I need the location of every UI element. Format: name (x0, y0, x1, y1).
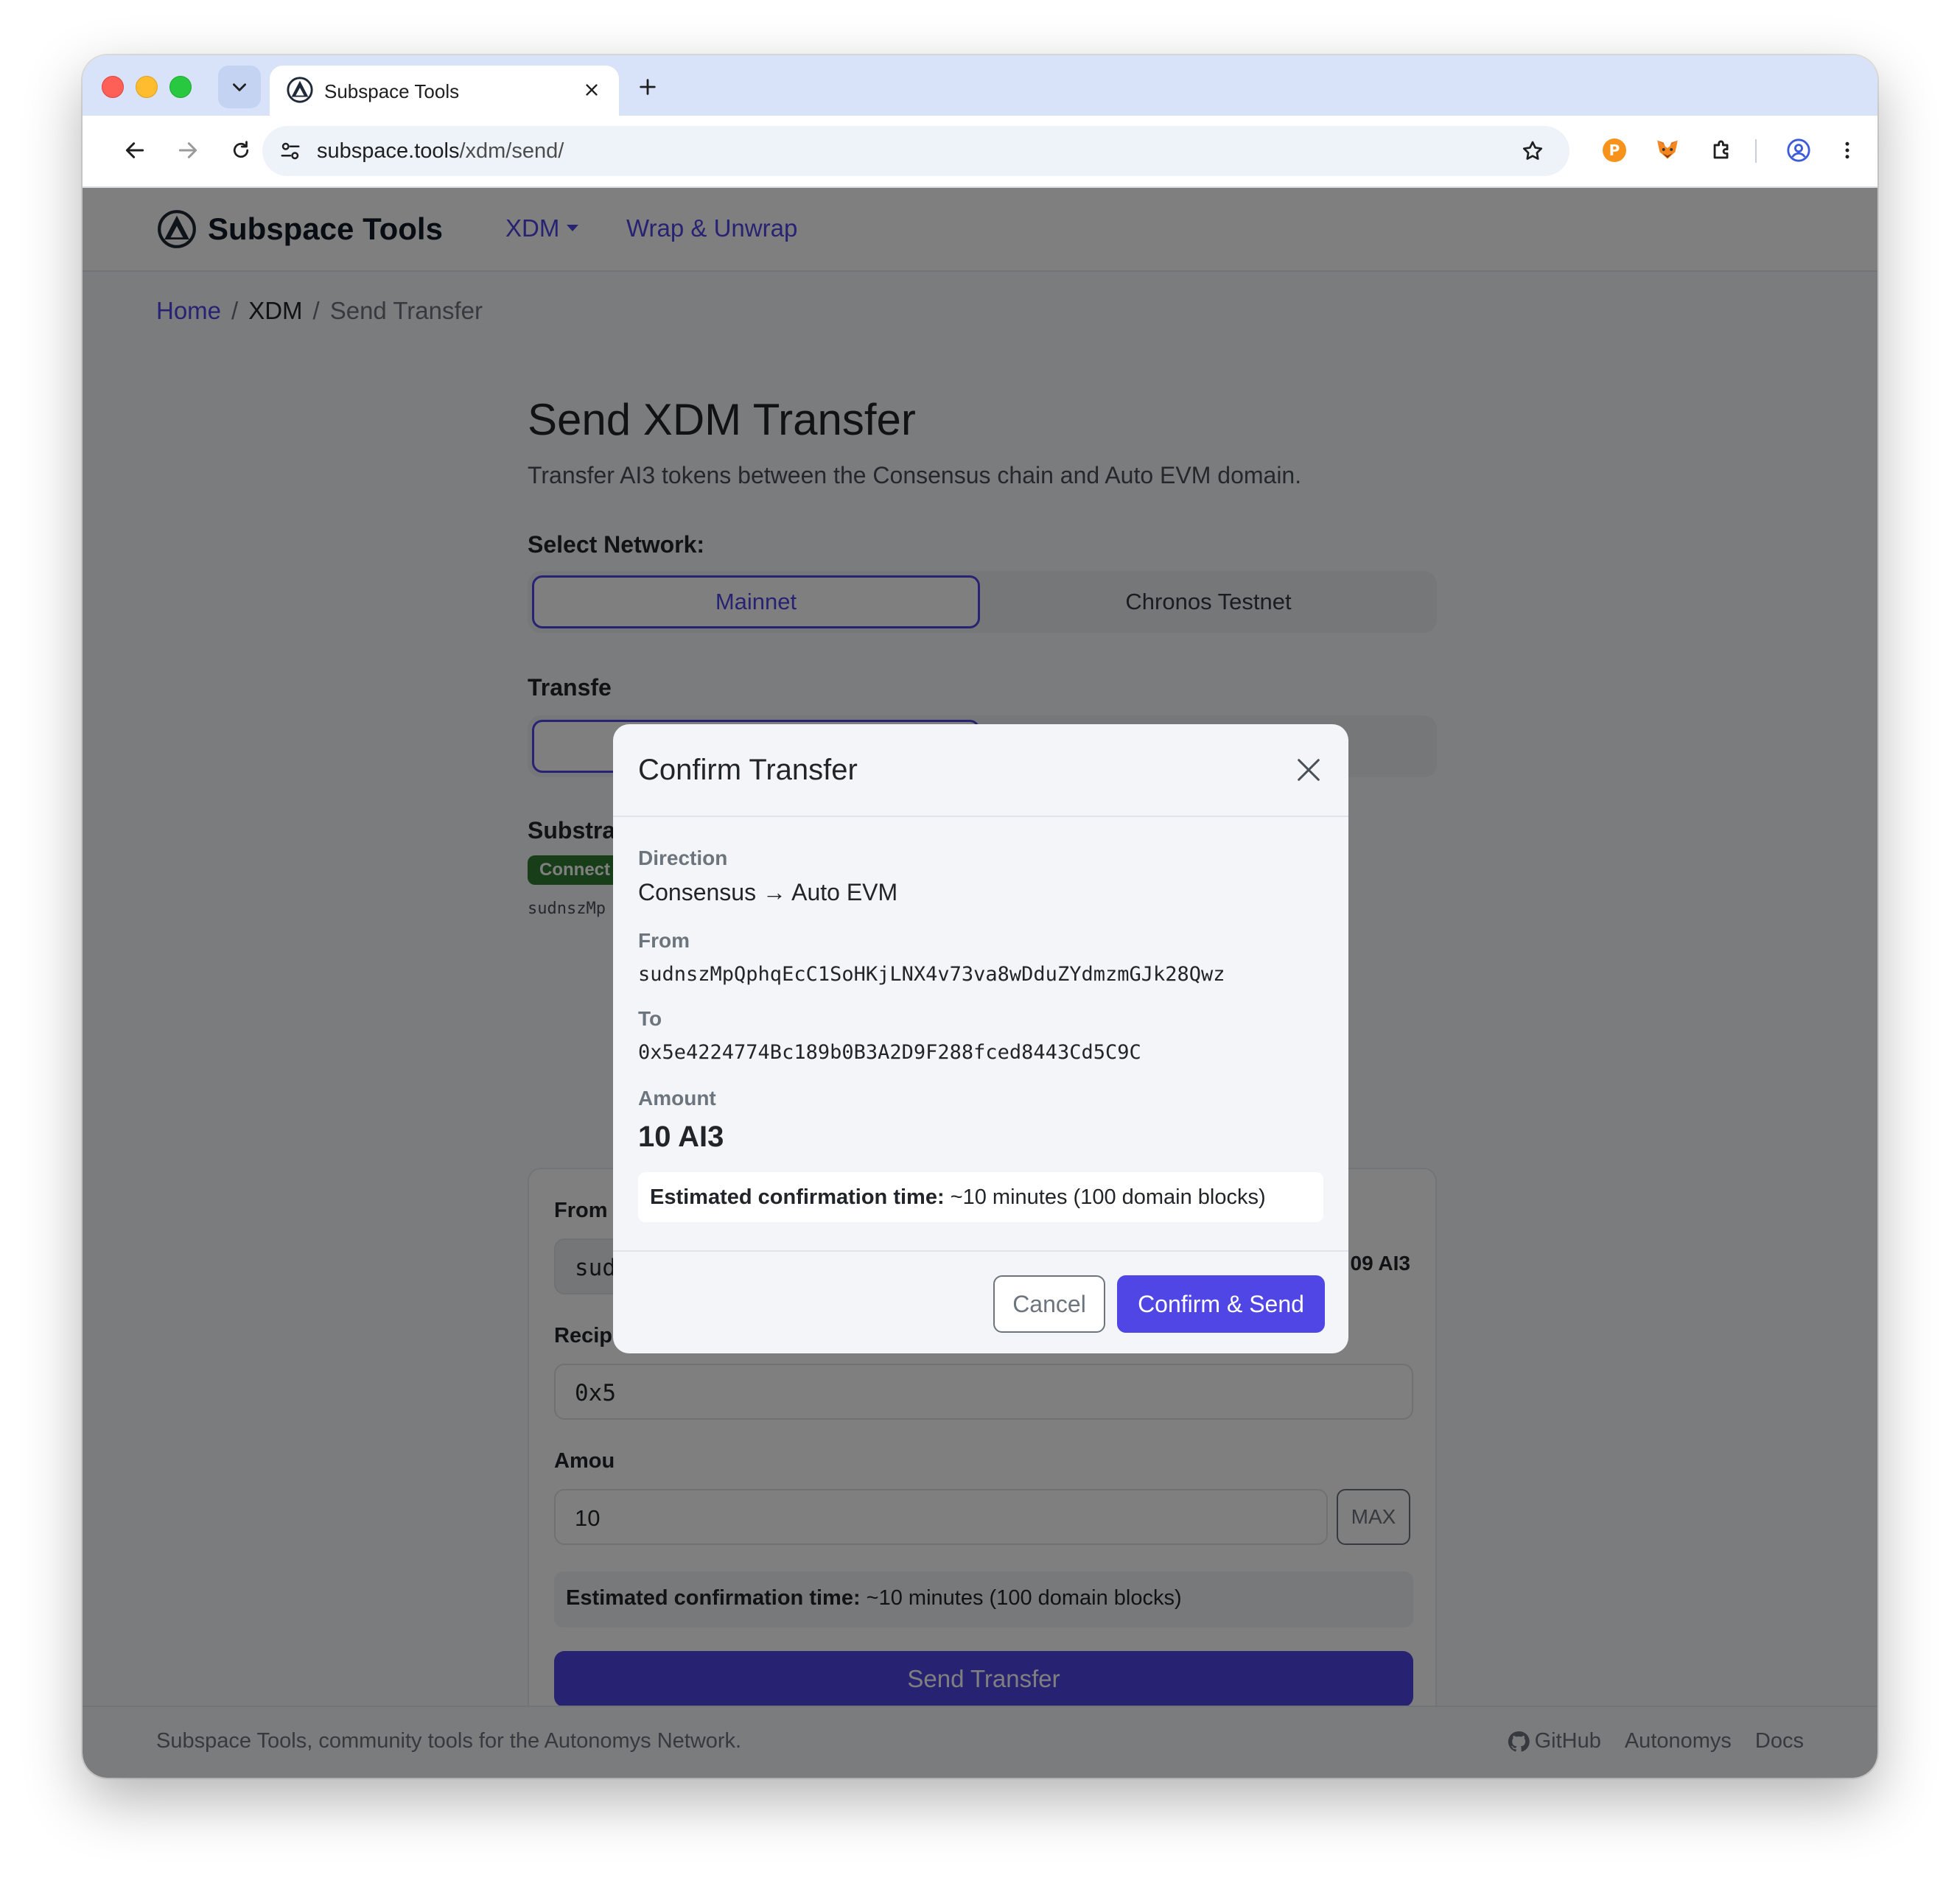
coin-icon: P (1603, 139, 1626, 162)
browser-toolbar: subspace.tools/xdm/send/ P (83, 116, 1877, 188)
close-window-button[interactable] (102, 76, 124, 98)
back-button[interactable] (115, 130, 155, 170)
chevron-down-icon (233, 83, 246, 91)
confirm-send-button[interactable]: Confirm & Send (1117, 1275, 1325, 1333)
fox-icon (1656, 140, 1679, 159)
direction-value: Consensus → Auto EVM (638, 879, 898, 905)
arrow-left-icon (125, 142, 144, 158)
modal-header: Confirm Transfer (613, 724, 1348, 817)
plus-icon (640, 79, 656, 95)
tab-strip: Subspace Tools (83, 55, 1877, 116)
close-icon (586, 84, 598, 96)
tab-search-button[interactable] (218, 66, 261, 108)
reload-icon (233, 141, 249, 158)
tab-title: Subspace Tools (324, 80, 460, 102)
url-text: subspace.tools/xdm/send/ (317, 139, 564, 163)
browser-tab[interactable]: Subspace Tools (270, 66, 619, 116)
site-info-button[interactable] (273, 133, 308, 169)
new-tab-button[interactable] (629, 69, 666, 105)
close-icon (1298, 759, 1320, 781)
cancel-button[interactable]: Cancel (993, 1275, 1105, 1333)
modal-title: Confirm Transfer (638, 754, 858, 786)
forward-button[interactable] (168, 130, 208, 170)
tab-close-button[interactable] (578, 76, 606, 104)
modal-footer: Cancel Confirm & Send (613, 1250, 1348, 1353)
star-icon (1522, 141, 1543, 160)
metamask-button[interactable] (1646, 129, 1689, 172)
direction-label: Direction (638, 847, 728, 869)
estimated-time-box: Estimated confirmation time: ~10 minutes… (638, 1172, 1323, 1222)
menu-button[interactable] (1826, 129, 1869, 172)
maximize-window-button[interactable] (169, 76, 192, 98)
extension-p-button[interactable]: P (1593, 129, 1636, 172)
minimize-window-button[interactable] (136, 76, 158, 98)
reload-button[interactable] (221, 130, 261, 170)
from-label: From (638, 929, 690, 952)
address-bar[interactable]: subspace.tools/xdm/send/ (262, 126, 1569, 176)
account-icon (1787, 139, 1810, 162)
subspace-logo-icon (287, 77, 313, 103)
to-label: To (638, 1007, 662, 1030)
amount-value: 10 AI3 (638, 1121, 724, 1153)
confirm-transfer-modal: Confirm Transfer Direction Consensus → A… (613, 724, 1348, 1353)
from-address: sudnszMpQphqEcC1SoHKjLNX4v73va8wDduZYdmz… (638, 963, 1225, 986)
profile-button[interactable] (1777, 129, 1820, 172)
amount-label: Amount (638, 1087, 716, 1110)
modal-close-button[interactable] (1289, 751, 1328, 789)
to-address: 0x5e4224774Bc189b0B3A2D9F288fced8443Cd5C… (638, 1041, 1141, 1064)
puzzle-icon (1713, 140, 1729, 159)
page: Subspace Tools XDM Wrap & Unwrap Home/XD… (83, 188, 1877, 1778)
svg-text:P: P (1609, 141, 1620, 159)
bookmark-button[interactable] (1515, 133, 1550, 169)
toolbar-separator (1755, 139, 1757, 163)
extensions-button[interactable] (1701, 129, 1743, 172)
tune-icon (281, 142, 300, 160)
more-vertical-icon (1845, 141, 1849, 159)
arrow-right-icon (178, 142, 197, 158)
browser-window: Subspace Tools subspace.tools/xdm/send/ (83, 55, 1877, 1778)
